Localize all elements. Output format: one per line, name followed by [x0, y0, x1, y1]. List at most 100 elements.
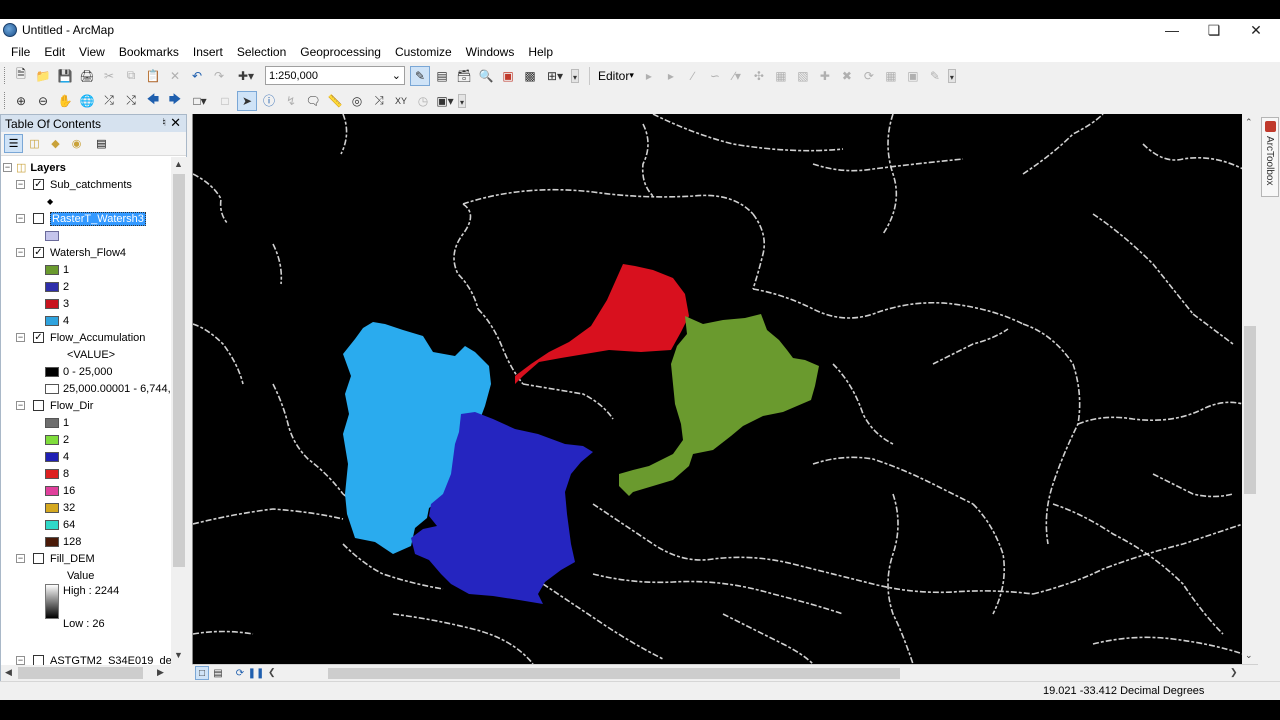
list-by-visibility-icon[interactable]: ◆: [46, 134, 65, 153]
close-icon[interactable]: ✕: [170, 115, 181, 131]
cut-polygon-icon[interactable]: ✚: [815, 66, 835, 86]
legend-class[interactable]: 4: [45, 448, 69, 465]
legend-class[interactable]: 3: [45, 295, 69, 312]
menu-view[interactable]: View: [72, 45, 112, 59]
options-icon[interactable]: ▤: [92, 134, 111, 153]
map-canvas[interactable]: [193, 114, 1242, 664]
paste-icon[interactable]: 📋: [143, 66, 163, 86]
identify-icon[interactable]: ⓘ: [259, 91, 279, 111]
menu-windows[interactable]: Windows: [459, 45, 522, 59]
print-icon[interactable]: 🖨: [77, 66, 97, 86]
scroll-up-icon[interactable]: ⌃: [1245, 117, 1253, 128]
python-window-icon[interactable]: ▩: [520, 66, 540, 86]
toolbar-grip[interactable]: [4, 67, 7, 84]
menu-insert[interactable]: Insert: [186, 45, 230, 59]
collapse-icon[interactable]: −: [16, 180, 25, 189]
toolbar-overflow-icon[interactable]: ▾: [571, 68, 579, 83]
legend-class[interactable]: 64: [45, 516, 75, 533]
map-horizontal-scrollbar[interactable]: □ ▤ ⟳ ❚❚ ❮ ❯: [192, 664, 1258, 681]
reshape-icon[interactable]: ▧: [793, 66, 813, 86]
layout-view-icon[interactable]: ▤: [211, 666, 225, 680]
edit-vertices-icon[interactable]: ▦: [771, 66, 791, 86]
hyperlink-icon[interactable]: ↯: [281, 91, 301, 111]
redo-icon[interactable]: ↷: [209, 66, 229, 86]
delete-icon[interactable]: ✕: [165, 66, 185, 86]
data-view-icon[interactable]: □: [195, 666, 209, 680]
find-binoculars-icon[interactable]: ◎: [347, 91, 367, 111]
split-icon[interactable]: ✖: [837, 66, 857, 86]
scroll-left-icon[interactable]: ❮: [268, 667, 276, 678]
layer-sub-catchments[interactable]: − ✓ Sub_catchments: [16, 176, 132, 193]
select-elements-arrow-icon[interactable]: ➤: [237, 90, 257, 111]
layer-visibility-checkbox[interactable]: [33, 655, 44, 665]
stretch-ramp-swatch[interactable]: [45, 584, 59, 619]
toolbar-overflow-icon[interactable]: ▾: [947, 68, 956, 83]
list-by-source-icon[interactable]: ◫: [25, 134, 44, 153]
legend-class[interactable]: 4: [45, 312, 69, 329]
collapse-icon[interactable]: −: [16, 214, 25, 223]
go-forward-extent-icon[interactable]: 🡆: [165, 91, 185, 111]
layer-visibility-checkbox[interactable]: [33, 553, 44, 564]
scroll-down-icon[interactable]: ▼: [174, 650, 183, 660]
scrollbar-thumb[interactable]: [1244, 326, 1256, 494]
attributes-icon[interactable]: ▦: [881, 66, 901, 86]
model-builder-icon[interactable]: ⊞▾: [542, 66, 568, 86]
search-window-icon[interactable]: 🔍: [476, 66, 496, 86]
collapse-icon[interactable]: −: [16, 401, 25, 410]
legend-class[interactable]: 2: [45, 278, 69, 295]
polygon-symbol[interactable]: [45, 227, 59, 244]
map-scale-combobox[interactable]: 1:250,000 ⌄: [265, 66, 405, 85]
collapse-icon[interactable]: −: [3, 163, 12, 172]
measure-icon[interactable]: 📏: [325, 91, 345, 111]
menu-edit[interactable]: Edit: [37, 45, 72, 59]
legend-class[interactable]: 1: [45, 261, 69, 278]
time-slider-icon[interactable]: ◷: [413, 91, 433, 111]
full-extent-globe-icon[interactable]: 🌐: [77, 91, 97, 111]
arctoolbox-tab[interactable]: ArcToolbox: [1261, 117, 1279, 197]
go-to-xy-icon[interactable]: XY: [391, 91, 411, 111]
collapse-icon[interactable]: −: [16, 248, 25, 257]
collapse-icon[interactable]: −: [16, 656, 25, 665]
toc-vertical-scrollbar[interactable]: ▲ ▼: [171, 157, 187, 665]
layer-visibility-checkbox[interactable]: ✓: [33, 179, 44, 190]
legend-class[interactable]: 32: [45, 499, 75, 516]
collapse-icon[interactable]: −: [16, 333, 25, 342]
point-symbol[interactable]: ◆: [47, 193, 53, 210]
scrollbar-thumb[interactable]: [328, 668, 900, 679]
layer-watersh-flow4[interactable]: − ✓ Watersh_Flow4: [16, 244, 126, 261]
menu-customize[interactable]: Customize: [388, 45, 459, 59]
toc-horizontal-scrollbar[interactable]: ◀ ▶: [1, 665, 187, 681]
clear-selection-icon[interactable]: □: [215, 91, 235, 111]
go-back-extent-icon[interactable]: 🡄: [143, 91, 163, 111]
menu-file[interactable]: File: [4, 45, 37, 59]
layer-raster-watersh3[interactable]: − RasterT_Watersh3: [16, 210, 146, 227]
pan-hand-icon[interactable]: ✋: [55, 91, 75, 111]
legend-class[interactable]: 8: [45, 465, 69, 482]
pin-icon[interactable]: ♮: [162, 116, 166, 129]
toolbar-grip[interactable]: [4, 92, 7, 109]
point-icon[interactable]: ✣: [749, 66, 769, 86]
legend-class[interactable]: 16: [45, 482, 75, 499]
table-of-contents-icon[interactable]: ▤: [432, 66, 452, 86]
legend-class[interactable]: 2: [45, 431, 69, 448]
toolbar-overflow-icon[interactable]: ▾: [458, 93, 466, 108]
refresh-icon[interactable]: ⟳: [233, 666, 247, 680]
straight-segment-icon[interactable]: ∕: [683, 66, 703, 86]
layer-visibility-checkbox[interactable]: ✓: [33, 332, 44, 343]
html-popup-icon[interactable]: 🗨: [303, 91, 323, 111]
create-viewer-window-icon[interactable]: ▣▾: [435, 91, 455, 111]
pause-drawing-icon[interactable]: ❚❚: [248, 666, 265, 680]
trace-icon[interactable]: ∕▾: [727, 66, 747, 86]
fixed-zoom-out-icon[interactable]: ⤭: [121, 91, 141, 111]
open-folder-icon[interactable]: 📁: [33, 66, 53, 86]
zoom-out-icon[interactable]: ⊖: [33, 91, 53, 111]
scrollbar-thumb[interactable]: [173, 174, 185, 567]
menu-geoprocessing[interactable]: Geoprocessing: [293, 45, 388, 59]
endpoint-arc-icon[interactable]: ∽: [705, 66, 725, 86]
legend-class[interactable]: 128: [45, 533, 81, 550]
zoom-in-icon[interactable]: ⊕: [11, 91, 31, 111]
layer-astgtm2-dem[interactable]: − ASTGTM2_S34E019_dem: [16, 652, 171, 665]
edit-tool-icon[interactable]: ▸: [639, 66, 659, 86]
scroll-up-icon[interactable]: ▲: [174, 159, 183, 169]
catalog-icon[interactable]: 🗃: [454, 66, 474, 86]
